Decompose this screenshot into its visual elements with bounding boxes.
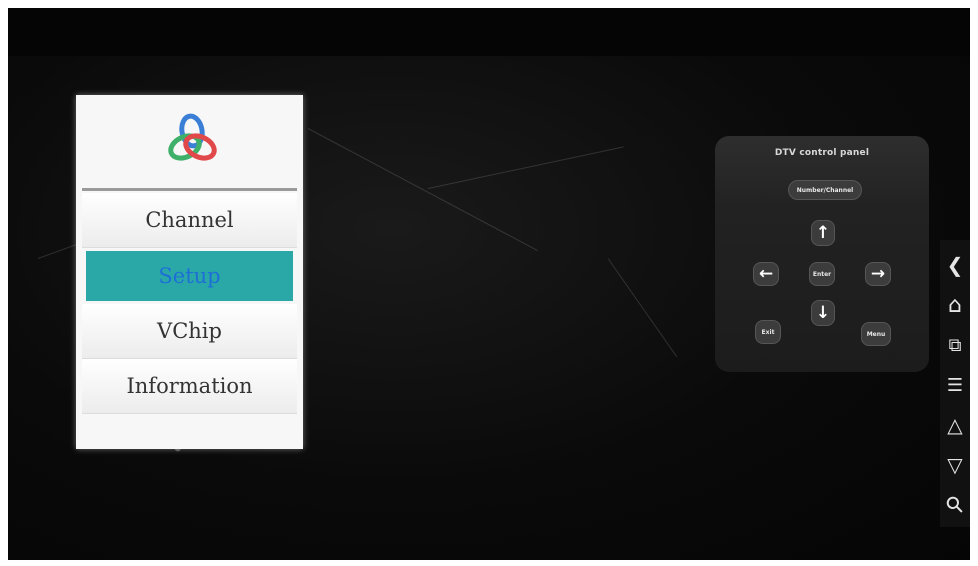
down-arrow-button[interactable]: ↓ xyxy=(811,300,835,326)
recent-windows-icon[interactable]: ⧉ xyxy=(942,326,968,364)
menu-button[interactable]: Menu xyxy=(861,322,891,346)
right-arrow-button[interactable]: → xyxy=(865,262,891,286)
main-menu-panel: Channel Setup VChip Information xyxy=(76,95,303,449)
back-icon[interactable]: ❮ xyxy=(942,246,968,284)
up-arrow-button[interactable]: ↑ xyxy=(811,220,835,246)
three-ring-logo-icon xyxy=(168,113,217,161)
enter-button[interactable]: Enter xyxy=(809,262,835,286)
exit-button[interactable]: Exit xyxy=(755,320,781,344)
tv-screen: Channel Setup VChip Information DTV cont… xyxy=(8,8,970,560)
scratch xyxy=(427,146,624,189)
menu-item-channel[interactable]: Channel xyxy=(82,193,297,248)
volume-down-icon[interactable]: ▽ xyxy=(942,446,968,484)
screen-top-band xyxy=(8,8,970,56)
number-channel-button[interactable]: Number/Channel xyxy=(788,180,862,200)
menu-item-vchip[interactable]: VChip xyxy=(82,304,297,359)
search-icon[interactable]: ⚲ xyxy=(932,482,970,527)
side-navigation-bar: ❮ ⌂ ⧉ ☰ △ ▽ ⚲ xyxy=(940,240,970,527)
scratch xyxy=(307,128,538,252)
menu-item-setup[interactable]: Setup xyxy=(86,251,293,301)
menu-list: Channel Setup VChip Information xyxy=(82,193,297,414)
dtv-panel-title: DTV control panel xyxy=(774,148,870,158)
menu-list-icon[interactable]: ☰ xyxy=(942,366,968,404)
dtv-control-panel: DTV control panel Number/Channel ↑ ← Ent… xyxy=(715,136,929,372)
home-icon[interactable]: ⌂ xyxy=(942,286,968,324)
scratch xyxy=(607,258,678,358)
volume-up-icon[interactable]: △ xyxy=(942,406,968,444)
left-arrow-button[interactable]: ← xyxy=(753,262,779,286)
menu-divider xyxy=(82,188,297,191)
menu-item-information[interactable]: Information xyxy=(82,359,297,414)
